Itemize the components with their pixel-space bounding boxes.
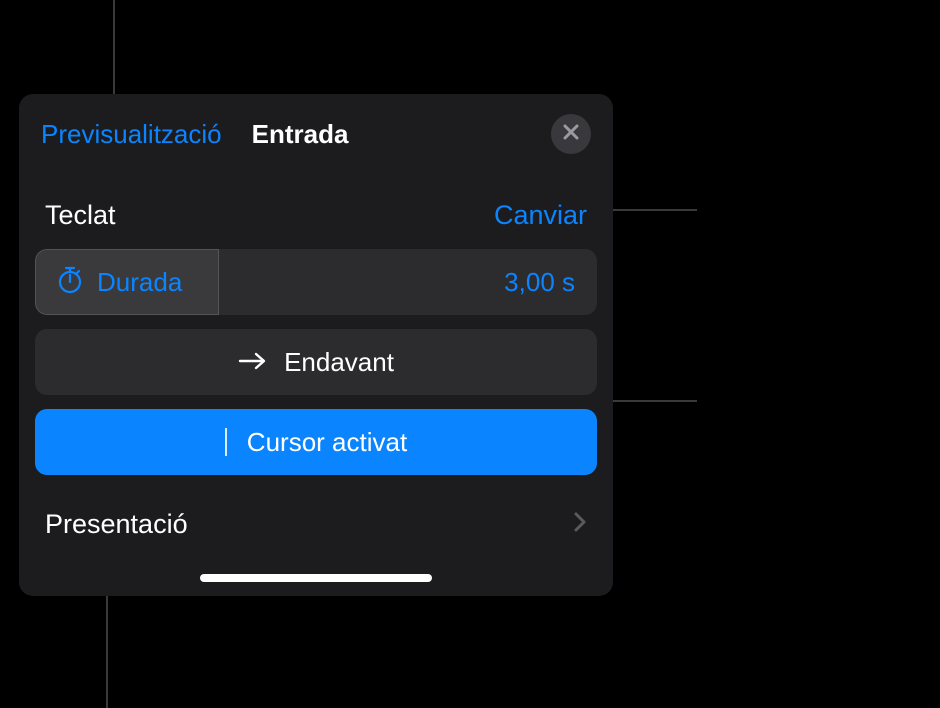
callout-line	[106, 596, 108, 708]
duration-value: 3,00 s	[504, 267, 575, 298]
settings-panel: Previsualització Entrada Teclat Canviar	[19, 94, 613, 596]
callout-line	[613, 209, 697, 211]
duration-row[interactable]: Durada 3,00 s	[35, 249, 597, 315]
options-group: Durada 3,00 s Endavant Cursor activat	[19, 249, 613, 475]
cursor-active-row[interactable]: Cursor activat	[35, 409, 597, 475]
close-icon	[562, 123, 580, 146]
arrow-right-icon	[238, 347, 268, 378]
home-indicator[interactable]	[200, 574, 432, 582]
panel-title: Entrada	[252, 119, 349, 150]
stopwatch-icon	[57, 265, 83, 300]
presentation-row[interactable]: Presentació	[19, 489, 613, 540]
change-effect-button[interactable]: Canviar	[494, 200, 587, 231]
effect-section-row: Teclat Canviar	[19, 166, 613, 249]
cursor-active-label: Cursor activat	[247, 427, 407, 458]
close-button[interactable]	[551, 114, 591, 154]
effect-name-label: Teclat	[45, 200, 116, 231]
duration-label: Durada	[97, 267, 182, 298]
callout-line	[613, 400, 697, 402]
chevron-right-icon	[573, 509, 587, 540]
preview-button[interactable]: Previsualització	[41, 119, 222, 150]
canvas: Previsualització Entrada Teclat Canviar	[0, 0, 940, 708]
panel-header: Previsualització Entrada	[19, 94, 613, 166]
direction-label: Endavant	[284, 347, 394, 378]
callout-line	[113, 0, 115, 94]
direction-row[interactable]: Endavant	[35, 329, 597, 395]
text-cursor-icon	[225, 428, 227, 456]
presentation-label: Presentació	[45, 509, 188, 540]
